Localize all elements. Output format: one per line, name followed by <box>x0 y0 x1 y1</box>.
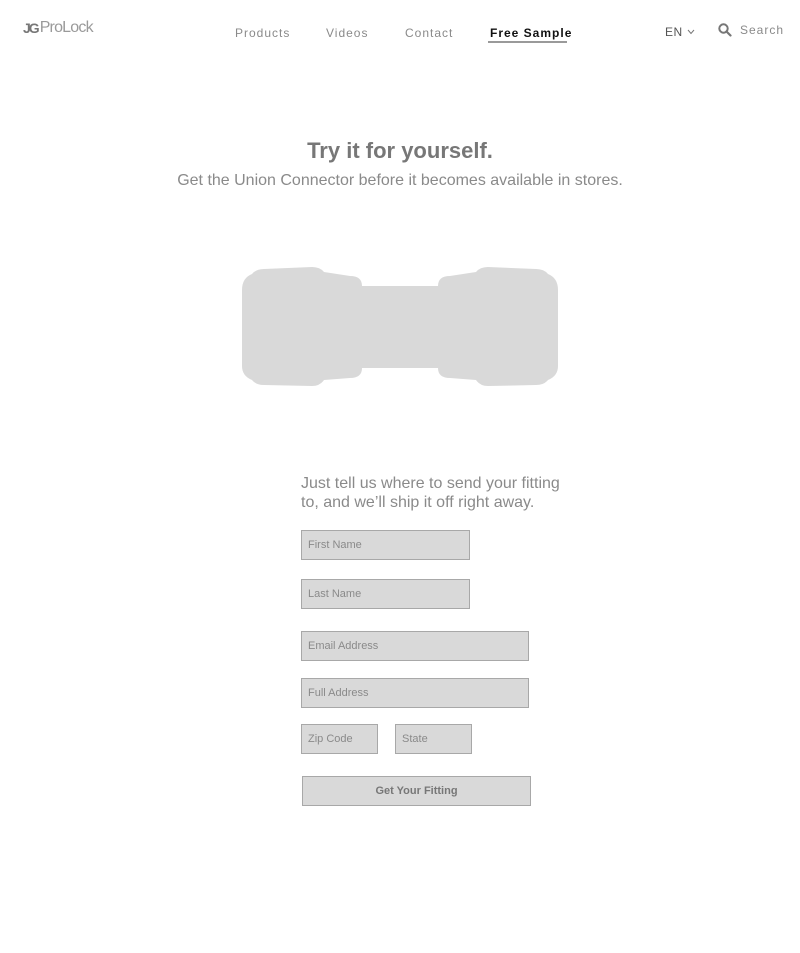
form-intro: Just tell us where to send your fitting … <box>301 475 560 511</box>
search-button[interactable]: Search <box>718 23 784 37</box>
search-icon <box>718 23 732 37</box>
email-input[interactable] <box>301 631 529 661</box>
brand-logo[interactable]: JG ProLock <box>23 19 94 37</box>
zip-code-input[interactable] <box>301 724 378 754</box>
chevron-down-icon <box>687 29 695 35</box>
language-selector[interactable]: EN <box>665 25 695 39</box>
get-your-fitting-button[interactable]: Get Your Fitting <box>302 776 531 806</box>
nav-contact[interactable]: Contact <box>405 26 453 40</box>
last-name-input[interactable] <box>301 579 470 609</box>
nav-products[interactable]: Products <box>235 26 290 40</box>
brand-name: ProLock <box>39 19 94 36</box>
full-address-input[interactable] <box>301 678 529 708</box>
language-label: EN <box>665 25 683 39</box>
nav-videos[interactable]: Videos <box>326 26 368 40</box>
search-label: Search <box>740 23 785 37</box>
page-title: Try it for yourself. <box>307 138 493 163</box>
nav-free-sample[interactable]: Free Sample <box>490 26 572 40</box>
union-connector-image <box>242 267 558 386</box>
active-nav-indicator <box>488 41 567 43</box>
first-name-input[interactable] <box>301 530 470 560</box>
page-subtitle: Get the Union Connector before it become… <box>177 172 623 189</box>
state-input[interactable] <box>395 724 472 754</box>
logo-mark-icon: JG <box>23 20 40 36</box>
